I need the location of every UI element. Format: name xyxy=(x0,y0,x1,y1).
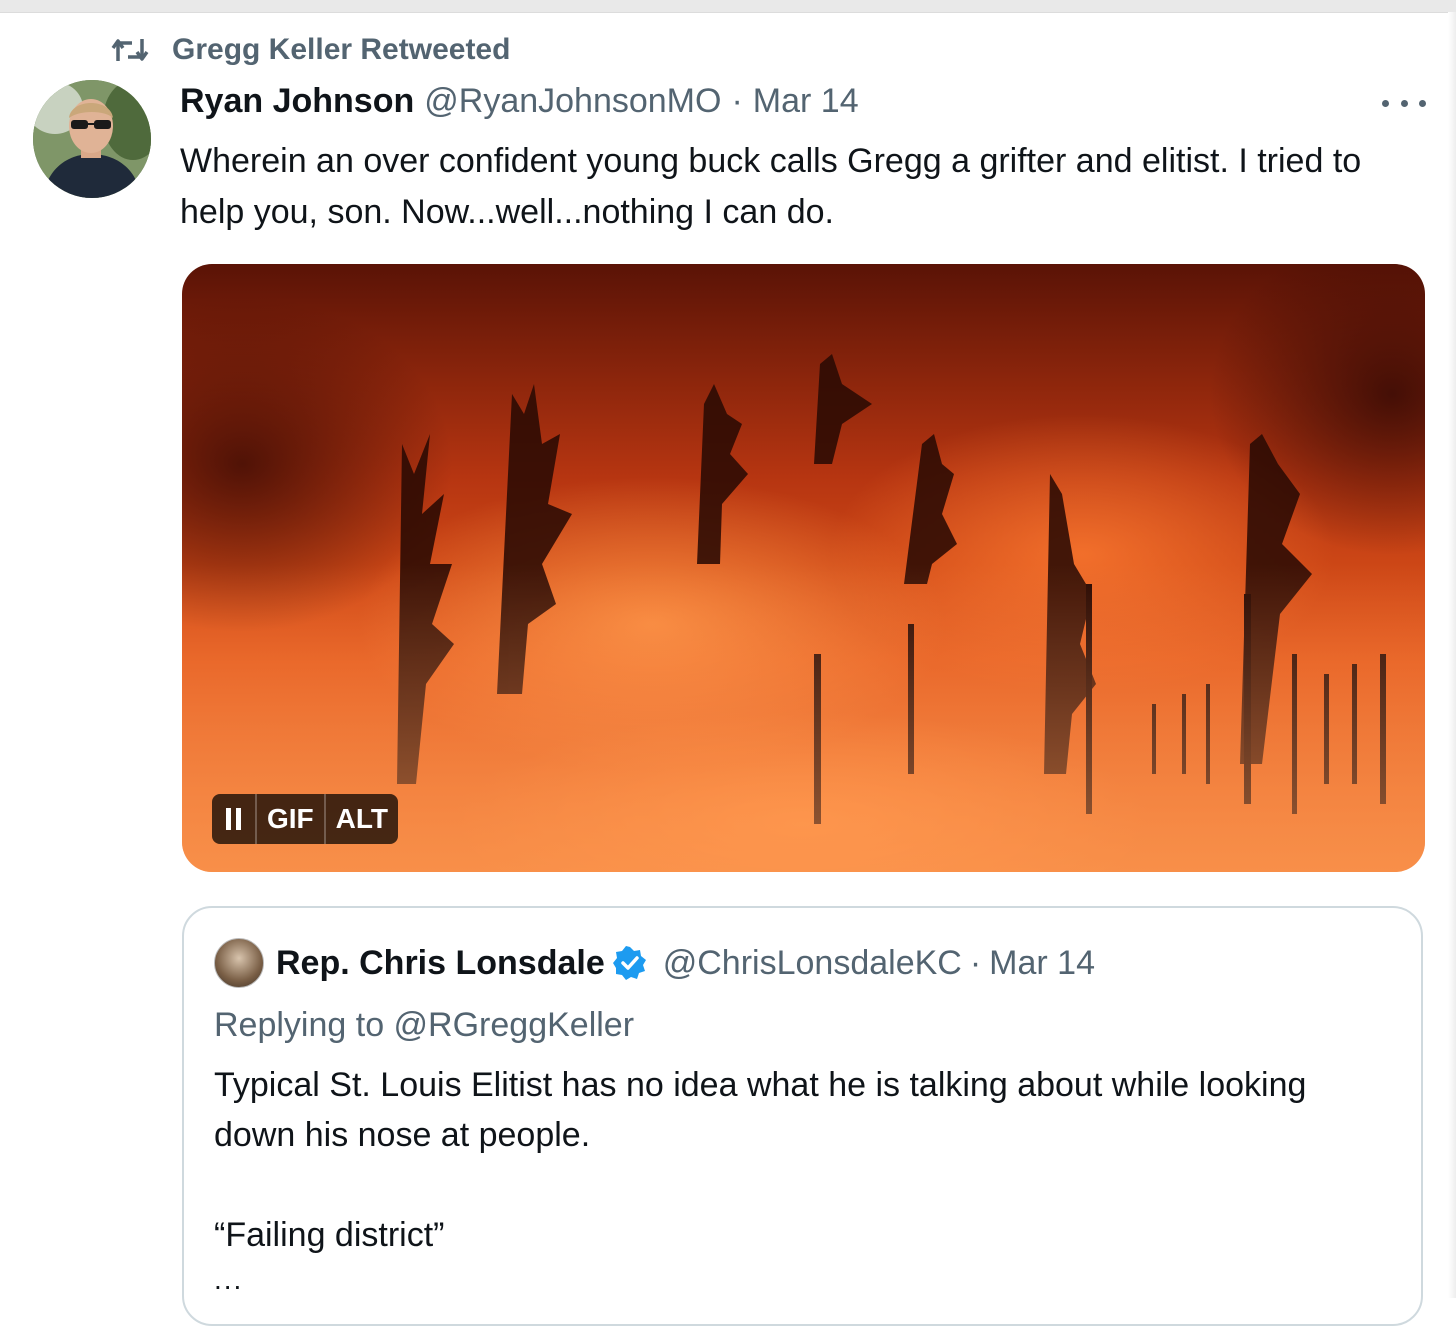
gif-badge[interactable]: GIF xyxy=(255,794,324,844)
tweet-header: Ryan Johnson @RyanJohnsonMO · Mar 14 xyxy=(180,82,859,126)
author-display-name[interactable]: Ryan Johnson xyxy=(180,82,414,121)
quote-truncation: ... xyxy=(214,1264,244,1295)
more-options-button[interactable] xyxy=(1382,90,1426,116)
pause-button[interactable] xyxy=(212,794,255,844)
quote-date[interactable]: Mar 14 xyxy=(989,944,1095,983)
top-window-strip xyxy=(0,0,1456,13)
more-dot xyxy=(1400,99,1408,107)
retweet-context[interactable]: Gregg Keller Retweeted xyxy=(110,30,510,70)
right-scroll-edge xyxy=(1448,12,1456,1298)
media-badges: GIF ALT xyxy=(212,794,399,844)
quoted-tweet-card[interactable]: Rep. Chris Lonsdale @ChrisLonsdaleKC · M… xyxy=(182,906,1423,1326)
quote-avatar[interactable] xyxy=(214,938,264,988)
quote-text-line: “Failing district” xyxy=(214,1216,445,1254)
tweet-text: Wherein an over confident young buck cal… xyxy=(180,142,1362,231)
quote-separator: · xyxy=(969,943,982,982)
retweet-icon xyxy=(110,35,150,65)
more-horizontal-icon xyxy=(1382,99,1389,107)
verified-badge-icon xyxy=(612,946,646,980)
pause-icon xyxy=(222,808,245,830)
quote-header: Rep. Chris Lonsdale @ChrisLonsdaleKC · M… xyxy=(214,938,1095,988)
quote-text: Typical St. Louis Elitist has no idea wh… xyxy=(214,1060,1374,1260)
quote-handle[interactable]: @ChrisLonsdaleKC xyxy=(663,944,962,983)
quote-text-line: Typical St. Louis Elitist has no idea wh… xyxy=(214,1066,1307,1154)
tweet-date[interactable]: Mar 14 xyxy=(753,82,859,121)
avatar[interactable] xyxy=(33,80,151,198)
forest-fire-image xyxy=(182,354,1425,872)
replying-to[interactable]: Replying to @RGreggKeller xyxy=(214,1006,634,1045)
retweet-label[interactable]: Gregg Keller Retweeted xyxy=(172,33,510,67)
alt-text-button[interactable]: ALT xyxy=(323,794,398,844)
more-dot xyxy=(1419,99,1426,107)
header-separator: · xyxy=(731,82,743,120)
gif-media[interactable]: GIF ALT xyxy=(182,264,1425,872)
quote-display-name[interactable]: Rep. Chris Lonsdale xyxy=(276,944,605,983)
author-handle[interactable]: @RyanJohnsonMO xyxy=(424,82,721,121)
